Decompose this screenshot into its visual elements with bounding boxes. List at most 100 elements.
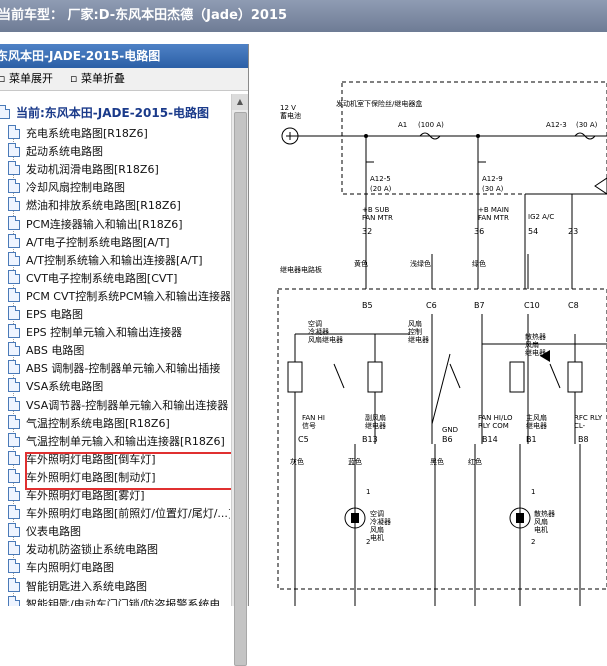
- pin-label: 54: [528, 227, 538, 236]
- tree-item[interactable]: 发动机防盗锁止系统电路图: [8, 541, 158, 559]
- pin-label: B14: [482, 435, 498, 444]
- document-icon: [8, 287, 20, 302]
- tree-item-label: ABS 调制器-控制器单元输入和输出插接: [26, 362, 221, 376]
- tree-item[interactable]: VSA系统电路图: [8, 378, 103, 396]
- tree-item-label: PCM CVT控制系统PCM输入和输出连接器: [26, 289, 230, 303]
- document-icon: [8, 342, 20, 357]
- document-icon: [8, 523, 20, 538]
- tree-item[interactable]: 车外照明灯电路图[前照灯/位置灯/尾灯/...]: [8, 505, 230, 523]
- document-icon: [8, 161, 20, 176]
- tree-item-label: 车外照明灯电路图[前照灯/位置灯/尾灯/...]: [26, 507, 230, 521]
- main-fan-label: +B MAIN FAN MTR: [478, 206, 509, 222]
- motor2-pin-2: 2: [531, 538, 535, 546]
- tree-scrollbar[interactable]: ▲: [231, 94, 248, 666]
- panel-header: 东风本田-JADE-2015-电路图: [0, 44, 248, 68]
- fan-hi-label: FAN HI 信号: [302, 414, 325, 430]
- scroll-up-arrow-icon[interactable]: ▲: [232, 94, 248, 110]
- tree-item[interactable]: 冷却风扇控制电路图: [8, 179, 125, 197]
- expand-menu-button[interactable]: ▫ 菜单展开: [0, 68, 53, 90]
- tree-item[interactable]: ABS 电路图: [8, 342, 84, 360]
- document-icon: [8, 505, 20, 520]
- tree-item-label: EPS 控制单元输入和输出连接器: [26, 326, 183, 340]
- document-icon: [8, 450, 20, 465]
- document-icon: [8, 233, 20, 248]
- fuse-a12-3-rating: (30 A): [576, 121, 598, 129]
- document-icon: [8, 324, 20, 339]
- tree-item[interactable]: 车内照明灯电路图: [8, 559, 114, 577]
- document-icon: [8, 306, 20, 320]
- document-icon: [8, 360, 20, 375]
- tree-item[interactable]: CVT电子控制系统电路图[CVT]: [8, 269, 177, 288]
- tree-item-label: 发动机防盗锁止系统电路图: [26, 543, 158, 557]
- document-icon: [8, 487, 20, 501]
- document-icon: [0, 105, 10, 119]
- selection-highlight-box: [25, 452, 238, 490]
- pin-label: C10: [524, 301, 540, 310]
- tree-item-label: ABS 电路图: [26, 344, 85, 358]
- document-icon: [8, 414, 20, 429]
- motor2-pin-1: 1: [531, 488, 535, 496]
- pin-label: C8: [568, 301, 579, 310]
- document-icon: [8, 378, 20, 393]
- tree-item[interactable]: A/T电子控制系统电路图[A/T]: [8, 233, 170, 252]
- tree-item-label: 气温控制系统电路图[R18Z6]: [26, 416, 170, 430]
- pin-label: B1: [526, 435, 537, 444]
- document-icon: [8, 559, 20, 574]
- tree-item-label: A/T电子控制系统电路图[A/T]: [26, 235, 170, 249]
- document-icon: [8, 125, 20, 139]
- document-icon: [8, 197, 20, 212]
- wire-lightgreen-label: 浅绿色: [410, 259, 431, 268]
- tree-item[interactable]: PCM CVT控制系统PCM输入和输出连接器: [8, 287, 230, 306]
- tree-item[interactable]: 充电系统电路图[R18Z6]: [8, 125, 148, 143]
- wire-blue-label: 蓝色: [348, 457, 362, 466]
- tree-item[interactable]: 智能钥匙进入系统电路图: [8, 577, 147, 596]
- tree-item[interactable]: EPS 电路图: [8, 306, 83, 324]
- tree-item[interactable]: 气温控制系统电路图[R18Z6]: [8, 414, 170, 433]
- tree-item[interactable]: 智能钥匙/电动车门门锁/防盗报警系统电...: [8, 595, 230, 606]
- window-title: 当前车型： 厂家:D-东风本田杰德（Jade）2015: [0, 8, 288, 23]
- tree-item-label: VSA调节器-控制器单元输入和输出连接器: [26, 398, 229, 412]
- tree-item[interactable]: VSA调节器-控制器单元输入和输出连接器: [8, 396, 229, 415]
- pin-label: 23: [568, 227, 578, 236]
- document-icon: [8, 179, 20, 194]
- fuse-a12-9-rating: (30 A): [482, 185, 504, 193]
- document-icon: [8, 269, 20, 284]
- wire-green-label: 绿色: [472, 259, 486, 268]
- tree-item-label: 发动机润滑电路图[R18Z6]: [26, 163, 159, 177]
- pin-label: B6: [442, 435, 453, 444]
- tree-item-label: 车外照明灯电路图[雾灯]: [26, 489, 145, 502]
- pin-label: B5: [362, 301, 373, 310]
- tree-item[interactable]: 起动系统电路图: [8, 143, 103, 161]
- tree-item-label: 燃油和排放系统电路图[R18Z6]: [26, 199, 181, 213]
- gnd-label: GND: [442, 426, 458, 434]
- tree-item[interactable]: 气温控制单元输入和输出连接器[R18Z6]: [8, 432, 225, 451]
- collapse-menu-button[interactable]: ▫ 菜单折叠: [70, 68, 125, 90]
- tree-item[interactable]: EPS 控制单元输入和输出连接器: [8, 324, 182, 342]
- tree-item[interactable]: 发动机润滑电路图[R18Z6]: [8, 161, 159, 179]
- document-icon: [8, 468, 20, 483]
- tree-item-label: A/T控制系统输入和输出连接器[A/T]: [26, 253, 203, 267]
- document-icon: [8, 432, 20, 447]
- tree-item[interactable]: A/T控制系统输入和输出连接器[A/T]: [8, 251, 203, 270]
- document-icon: [8, 541, 20, 556]
- tree-item[interactable]: ABS 调制器-控制器单元输入和输出插接: [8, 360, 220, 378]
- scroll-thumb[interactable]: [234, 112, 247, 666]
- tree-item-label: PCM连接器输入和输出[R18Z6]: [26, 217, 183, 231]
- tree-item[interactable]: 仪表电路图: [8, 523, 81, 541]
- tree-item[interactable]: PCM连接器输入和输出[R18Z6]: [8, 215, 183, 234]
- tree-root[interactable]: 当前:东风本田-JADE-2015-电路图: [0, 104, 209, 122]
- wire-red-label: 红色: [468, 457, 482, 466]
- tree-item-label: 仪表电路图: [26, 525, 81, 539]
- motor1-label: 空调冷凝器风扇电机: [370, 509, 391, 542]
- sub-fan-relay-label: 副风扇继电器: [365, 413, 386, 430]
- wire-gray-label: 灰色: [290, 457, 304, 466]
- tree-item-label: 起动系统电路图: [26, 145, 103, 159]
- wiring-diagram-svg: 12 V 蓄电池 发动机室下保险丝/继电器盒 A1 (100 A) A12-3 (…: [277, 81, 607, 606]
- pin-label: C5: [298, 435, 309, 444]
- document-icon: [8, 396, 20, 411]
- wire-yellow-label: 黄色: [354, 259, 368, 268]
- tree-item[interactable]: 燃油和排放系统电路图[R18Z6]: [8, 197, 181, 215]
- tree-item-label: 智能钥匙进入系统电路图: [26, 579, 147, 593]
- tree-item-label: 充电系统电路图[R18Z6]: [26, 127, 148, 140]
- document-icon: [8, 143, 20, 158]
